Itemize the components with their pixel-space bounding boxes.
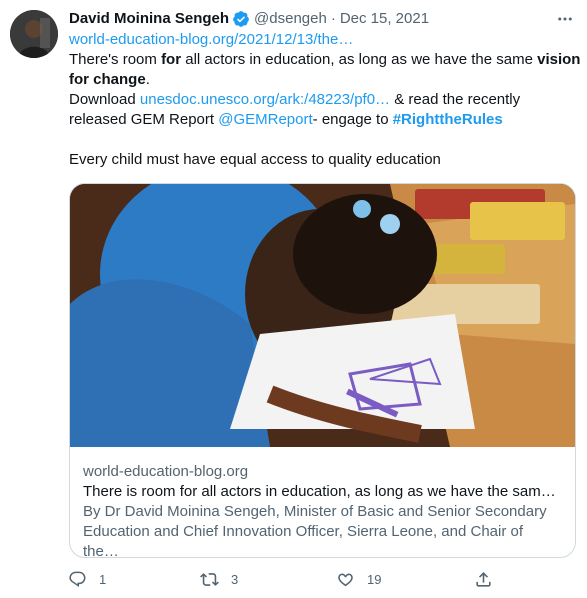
verified-icon bbox=[233, 11, 249, 27]
more-icon[interactable] bbox=[555, 9, 575, 29]
card-text: world-education-blog.org There is room f… bbox=[83, 462, 563, 558]
hashtag-link[interactable]: #RighttheRules bbox=[393, 111, 503, 128]
card-title: There is room for all actors in educatio… bbox=[83, 483, 563, 500]
text-segment: . bbox=[145, 71, 150, 88]
tweet-header: David Moinina Sengeh @dsengeh · Dec 15, … bbox=[69, 9, 577, 29]
link-card[interactable]: world-education-blog.org There is room f… bbox=[69, 183, 576, 558]
tweet[interactable]: David Moinina Sengeh @dsengeh · Dec 15, … bbox=[0, 0, 587, 598]
avatar[interactable] bbox=[10, 10, 58, 58]
text-segment: - engage to bbox=[312, 111, 393, 128]
retweet-count: 3 bbox=[231, 571, 239, 587]
header-separator: · bbox=[330, 10, 336, 27]
card-image bbox=[70, 184, 575, 447]
blog-link[interactable]: world-education-blog.org/2021/12/13/the… bbox=[69, 31, 353, 48]
tweet-paragraph-1: There's room for all actors in education… bbox=[69, 50, 581, 90]
unesdoc-link[interactable]: unesdoc.unesco.org/ark:/48223/pf0… bbox=[140, 91, 390, 108]
reply-button[interactable]: 1 bbox=[68, 568, 106, 590]
retweet-button[interactable]: 3 bbox=[200, 568, 238, 590]
text-segment: Download bbox=[69, 91, 140, 108]
mention-link[interactable]: @GEMReport bbox=[218, 111, 312, 128]
tweet-paragraph-2: Download unesdoc.unesco.org/ark:/48223/p… bbox=[69, 90, 581, 130]
reply-icon bbox=[69, 571, 86, 587]
avatar-image bbox=[10, 10, 58, 58]
text-segment: There's room bbox=[69, 51, 162, 68]
reply-count: 1 bbox=[99, 571, 107, 587]
like-button[interactable]: 19 bbox=[336, 568, 381, 590]
retweet-icon bbox=[200, 572, 219, 586]
tweet-actions: 1 3 19 bbox=[68, 568, 508, 590]
tweet-paragraph-3: Every child must have equal access to qu… bbox=[69, 151, 441, 168]
card-description: By Dr David Moinina Sengeh, Minister of … bbox=[83, 503, 547, 558]
like-count: 19 bbox=[367, 571, 382, 587]
card-domain: world-education-blog.org bbox=[83, 463, 249, 480]
tweet-date[interactable]: Dec 15, 2021 bbox=[340, 9, 429, 29]
share-icon bbox=[476, 571, 491, 587]
text-bold: for bbox=[161, 51, 182, 68]
tweet-body: world-education-blog.org/2021/12/13/the…… bbox=[69, 30, 581, 170]
like-icon bbox=[338, 573, 353, 586]
author-name[interactable]: David Moinina Sengeh bbox=[69, 9, 229, 29]
text-segment: all actors in education, as long as we h… bbox=[181, 51, 538, 68]
author-handle[interactable]: @dsengeh bbox=[254, 9, 327, 29]
share-button[interactable] bbox=[474, 568, 505, 590]
